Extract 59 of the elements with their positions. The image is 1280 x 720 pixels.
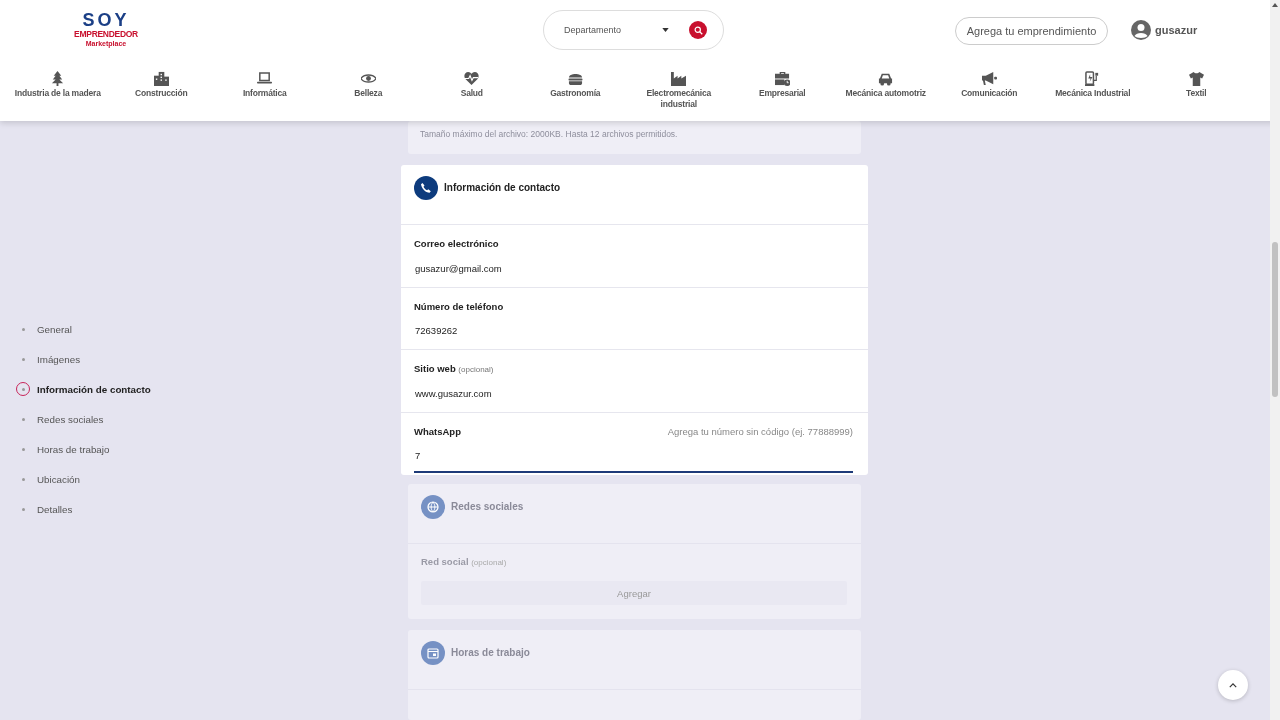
factory-icon: [671, 71, 687, 86]
field-label: Correo electrónico: [414, 238, 499, 251]
category-link[interactable]: Textil: [1186, 88, 1207, 99]
section-nav-link[interactable]: General: [37, 323, 72, 335]
section-nav-link[interactable]: Horas de trabajo: [37, 443, 110, 455]
category-link[interactable]: Industria de la madera: [14, 88, 101, 99]
scroll-up-arrow-icon[interactable]: [1272, 3, 1278, 7]
section-title: Horas de trabajo: [451, 647, 530, 658]
calendar-icon: [427, 646, 439, 659]
category-link[interactable]: Empresarial: [759, 88, 806, 99]
section-nav-link[interactable]: Redes sociales: [37, 413, 104, 425]
user-name[interactable]: gusazur: [1155, 24, 1198, 36]
section-nav-link[interactable]: Imágenes: [37, 353, 81, 365]
scrollbar-thumb[interactable]: [1272, 242, 1278, 397]
input-field[interactable]: 72639262: [414, 321, 853, 348]
phone-icon: [420, 181, 432, 194]
category-link[interactable]: Gastronomía: [550, 88, 601, 99]
heart-pulse-icon: [464, 71, 480, 86]
input-field[interactable]: www.gusazur.com: [414, 384, 853, 411]
input-field[interactable]: gusazur@gmail.com: [414, 259, 853, 286]
shirt-icon: [1188, 71, 1204, 86]
chevron-up-icon: [1229, 682, 1237, 688]
caret-icon: [662, 28, 669, 32]
laptop-icon: [257, 71, 273, 86]
section-nav-link[interactable]: Detalles: [37, 503, 73, 515]
category-link[interactable]: Construcción: [135, 88, 188, 99]
field-label: Red social (opcional): [421, 556, 507, 570]
section-nav-link[interactable]: Información de contacto: [37, 383, 151, 395]
user-avatar-icon[interactable]: [1131, 20, 1151, 40]
file-size-note: Tamaño máximo del archivo: 2000KB. Hasta 12 archivos permitidos.: [419, 128, 679, 141]
burger-icon: [567, 71, 583, 86]
category-link[interactable]: Comunicación: [961, 88, 1018, 99]
search-button[interactable]: [689, 21, 707, 39]
field-hint: Agrega tu número sin código (ej. 77888999): [667, 425, 853, 438]
briefcase-icon: [774, 71, 790, 86]
scrollbar[interactable]: [1270, 0, 1280, 720]
logo-subtitle: EMPRENDEDOR: [74, 29, 138, 39]
category-link[interactable]: Salud: [460, 88, 483, 99]
car-icon: [878, 71, 894, 86]
megaphone-icon: [981, 71, 997, 86]
field-label: Sitio web (opcional): [414, 363, 494, 377]
logo-title[interactable]: SOY: [82, 11, 130, 29]
field-label: WhatsApp: [414, 425, 461, 438]
buildings-icon: [153, 71, 169, 86]
globe-icon: [427, 500, 439, 513]
eye-icon: [360, 71, 376, 86]
search-icon: [693, 25, 703, 35]
add-business-button[interactable]: Agrega tu emprendimiento: [955, 17, 1108, 45]
field-label: Número de teléfono: [414, 300, 504, 313]
category-link[interactable]: Mecánica automotriz: [845, 88, 926, 99]
category-link[interactable]: Electromecánica industrial: [628, 88, 729, 110]
category-link[interactable]: Informática: [242, 88, 287, 99]
section-title: Redes sociales: [451, 501, 524, 513]
category-link[interactable]: Mecánica Industrial: [1055, 88, 1131, 99]
section-title: Información de contacto: [444, 182, 561, 194]
input-field[interactable]: 7: [414, 446, 853, 473]
category-link[interactable]: Belleza: [354, 88, 383, 99]
charger-icon: [1085, 71, 1101, 86]
section-nav-link[interactable]: Ubicación: [37, 473, 81, 485]
